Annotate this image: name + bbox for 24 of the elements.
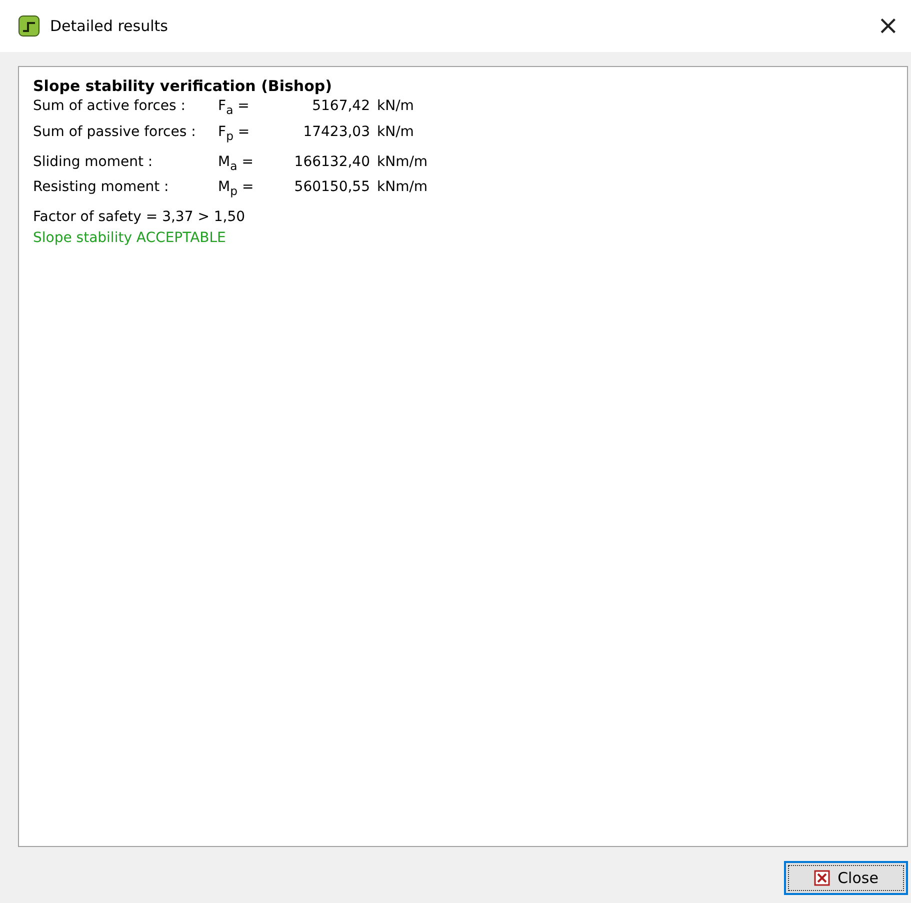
close-icon: [814, 870, 830, 886]
quantity-symbol: F$_{a}$ =: [218, 97, 250, 119]
result-unit: kN/m: [376, 122, 415, 142]
result-label: Resisting moment :: [33, 178, 170, 198]
result-unit: kNm/m: [376, 178, 429, 198]
verdict-text: Slope stability ACCEPTABLE: [33, 229, 226, 248]
result-label: Sum of passive forces :: [33, 122, 197, 142]
report-heading: Slope stability verification (Bishop): [33, 77, 332, 95]
result-unit: kNm/m: [376, 152, 429, 172]
result-value: 17423,03: [302, 122, 370, 142]
result-label: Sliding moment :: [33, 152, 154, 172]
result-label: Sum of active forces :: [33, 97, 187, 116]
app-icon: [18, 15, 40, 37]
quantity-symbol: F$_{p}$ =: [218, 122, 251, 145]
result-value: 5167,42: [311, 97, 370, 116]
close-icon[interactable]: ×: [877, 11, 899, 41]
factor-of-safety: Factor of safety = 3,37 > 1,50: [33, 208, 246, 228]
quantity-symbol: M$_{a}$ =: [218, 152, 254, 174]
close-button[interactable]: Close: [784, 861, 908, 895]
result-value: 560150,55: [293, 178, 370, 198]
window-title: Detailed results: [50, 17, 169, 35]
result-value: 166132,40: [293, 152, 370, 172]
quantity-symbol: M$_{p}$ =: [218, 178, 255, 200]
result-unit: kN/m: [376, 97, 415, 116]
